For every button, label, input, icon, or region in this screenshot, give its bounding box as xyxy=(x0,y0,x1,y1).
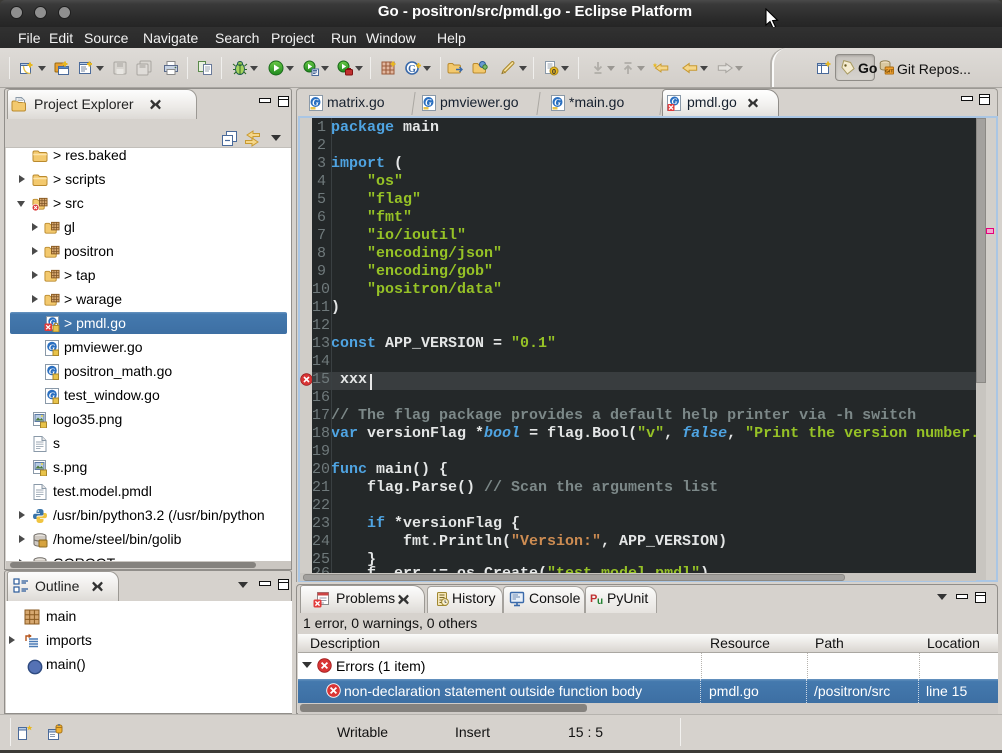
svg-text:0: 0 xyxy=(552,67,556,76)
svg-text:G: G xyxy=(554,98,561,108)
svg-text:GIT: GIT xyxy=(885,68,893,74)
svg-text:G: G xyxy=(408,64,416,75)
svg-text:G: G xyxy=(312,98,319,108)
svg-text:G: G xyxy=(425,98,432,108)
svg-text:u: u xyxy=(597,596,603,607)
